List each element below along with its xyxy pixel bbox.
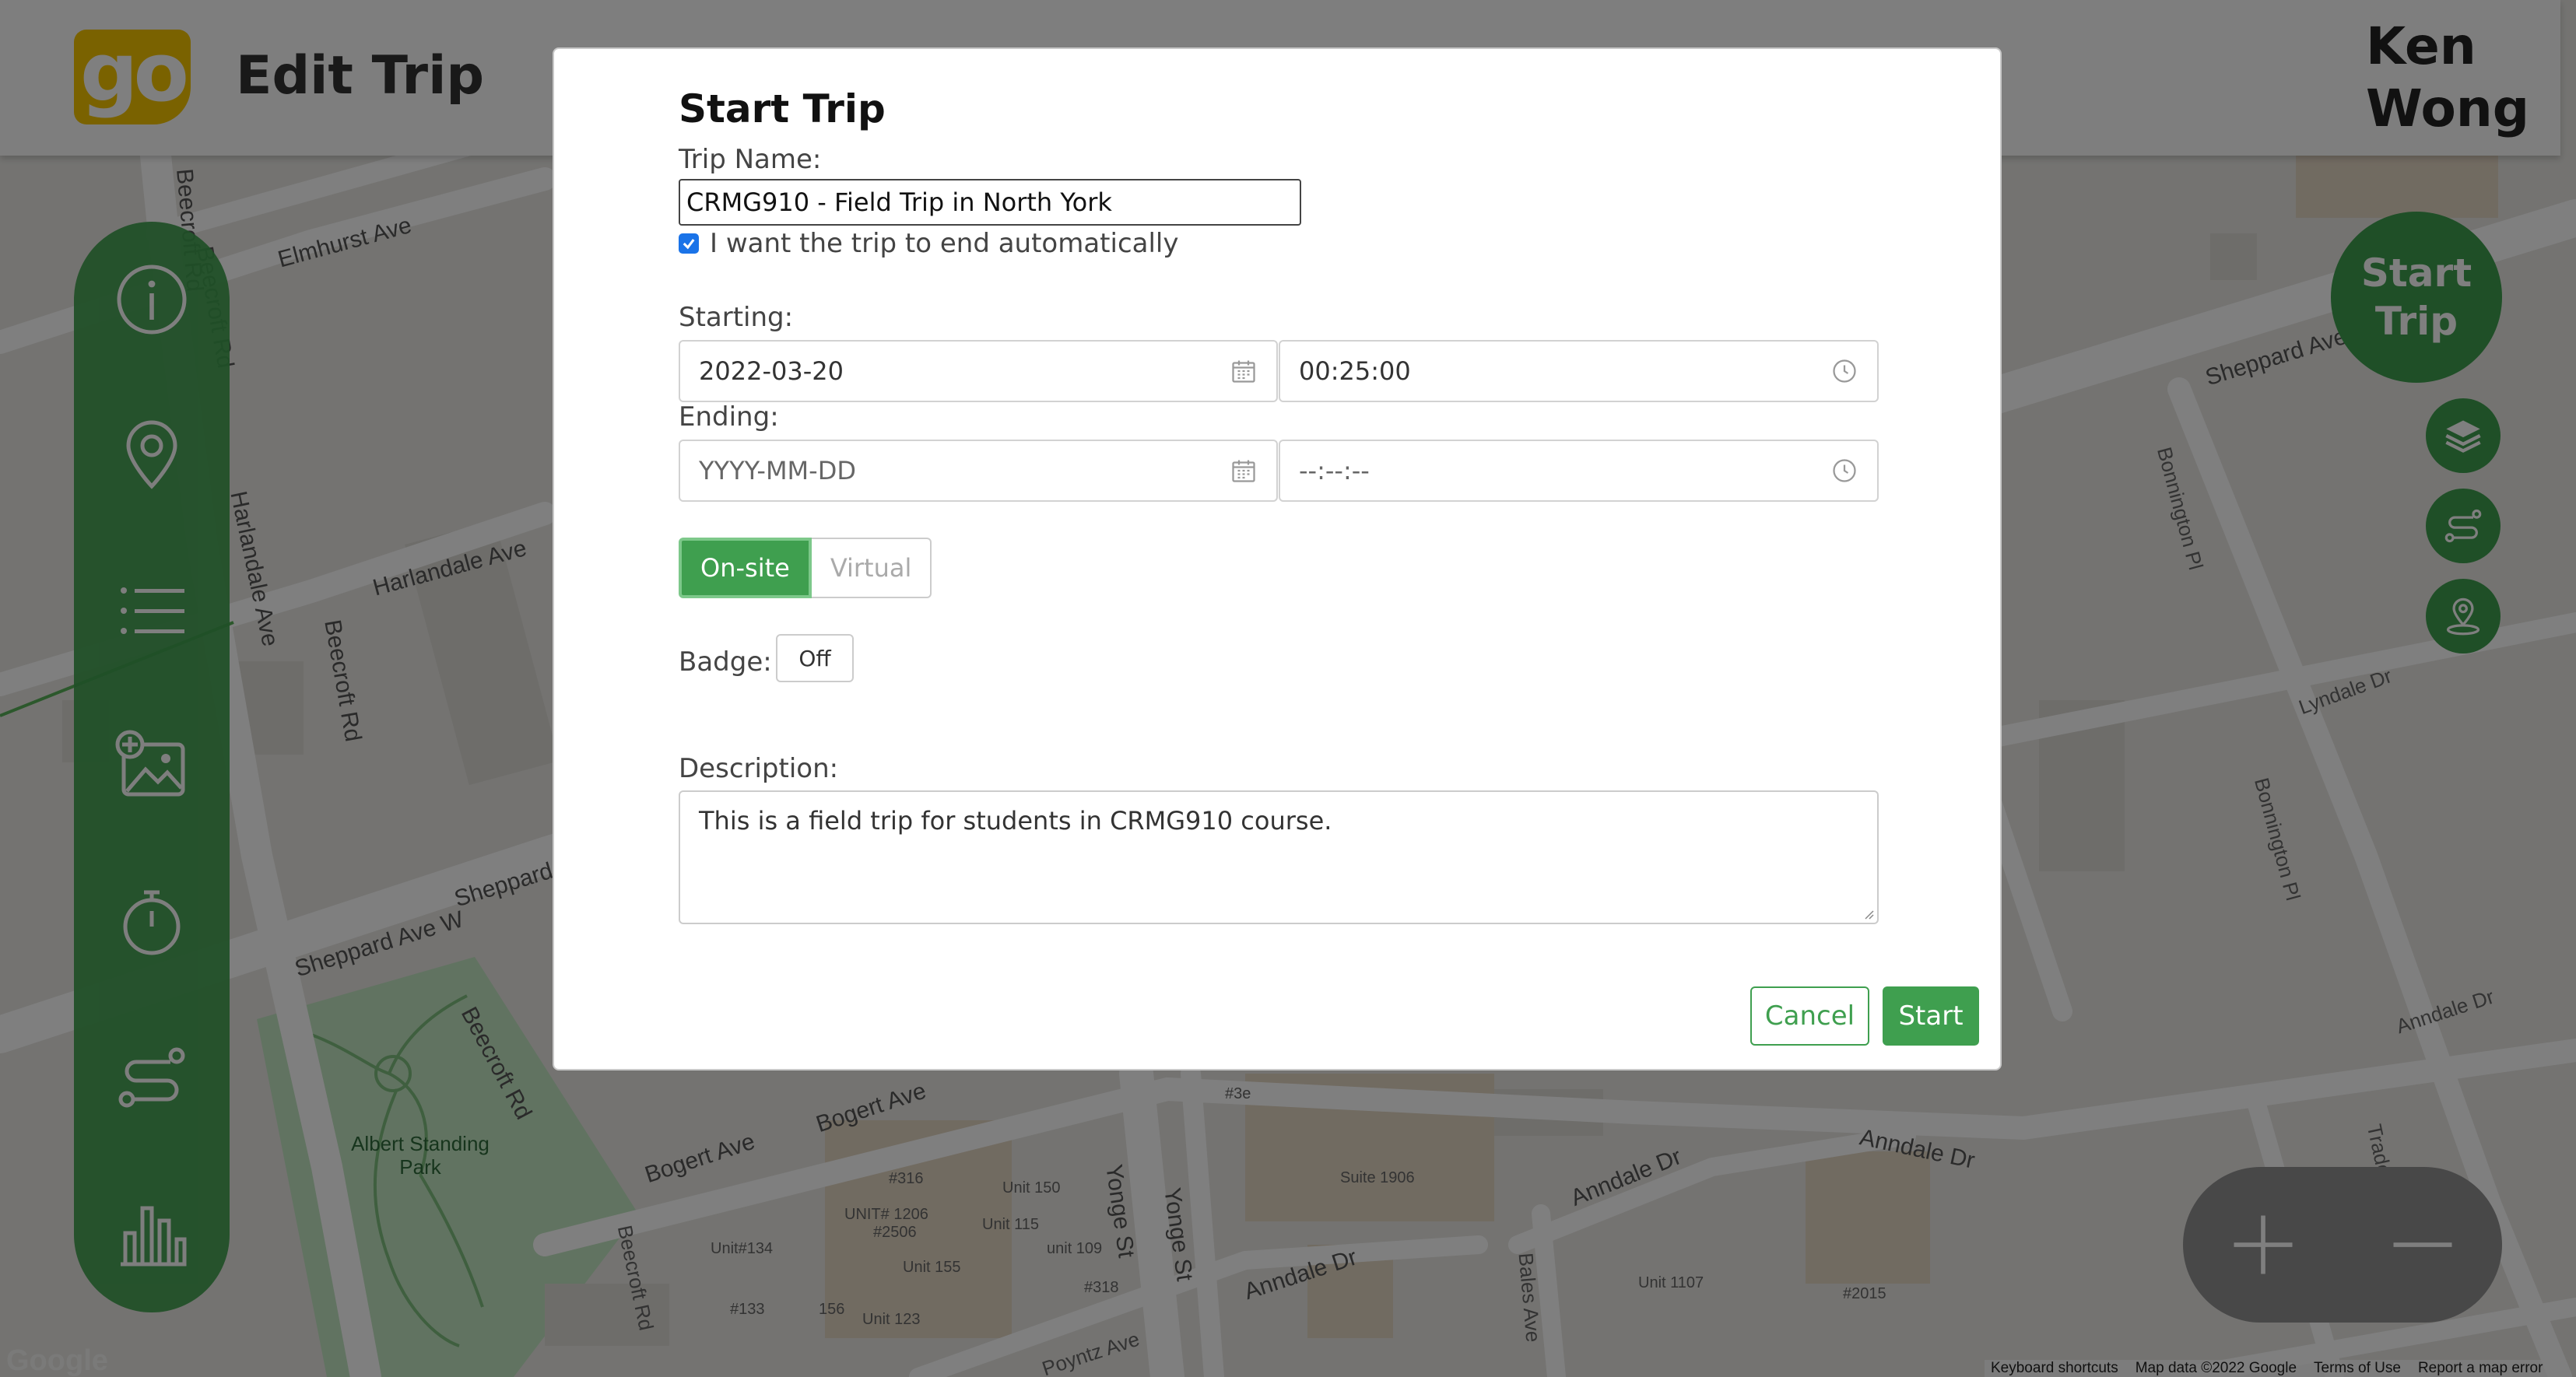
mode-onsite-button[interactable]: On-site	[679, 538, 812, 598]
badge-toggle[interactable]: Off	[776, 634, 854, 682]
start-date-input[interactable]: 2022-03-20	[679, 340, 1278, 402]
end-time-placeholder: --:--:--	[1299, 456, 1370, 485]
start-time-input[interactable]: 00:25:00	[1279, 340, 1879, 402]
modal-title: Start Trip	[679, 86, 886, 131]
trip-name-input[interactable]	[679, 179, 1301, 226]
starting-label: Starting:	[679, 302, 794, 333]
resize-grip-icon[interactable]	[1862, 907, 1874, 920]
description-label: Description:	[679, 753, 839, 784]
end-date-placeholder: YYYY-MM-DD	[699, 456, 856, 485]
calendar-icon[interactable]	[1230, 457, 1258, 485]
calendar-icon[interactable]	[1230, 357, 1258, 385]
description-text: This is a field trip for students in CRM…	[699, 806, 1332, 836]
ending-label: Ending:	[679, 401, 779, 433]
description-textarea[interactable]: This is a field trip for students in CRM…	[679, 790, 1879, 924]
auto-end-row[interactable]: I want the trip to end automatically	[679, 228, 1179, 259]
end-time-input[interactable]: --:--:--	[1279, 440, 1879, 502]
badge-label: Badge:	[679, 646, 772, 678]
check-icon	[683, 239, 695, 250]
end-date-input[interactable]: YYYY-MM-DD	[679, 440, 1278, 502]
start-button[interactable]: Start	[1883, 986, 1979, 1046]
auto-end-checkbox[interactable]	[679, 233, 699, 254]
trip-mode-toggle: On-site Virtual	[679, 538, 932, 598]
trip-name-label: Trip Name:	[679, 144, 822, 175]
start-date-value: 2022-03-20	[699, 356, 844, 386]
clock-icon[interactable]	[1830, 357, 1858, 385]
cancel-button[interactable]: Cancel	[1750, 986, 1869, 1046]
clock-icon[interactable]	[1830, 457, 1858, 485]
start-time-value: 00:25:00	[1299, 356, 1411, 386]
auto-end-label: I want the trip to end automatically	[710, 228, 1179, 259]
mode-virtual-button[interactable]: Virtual	[811, 538, 932, 598]
start-trip-modal: Start Trip Trip Name: I want the trip to…	[553, 47, 2002, 1070]
